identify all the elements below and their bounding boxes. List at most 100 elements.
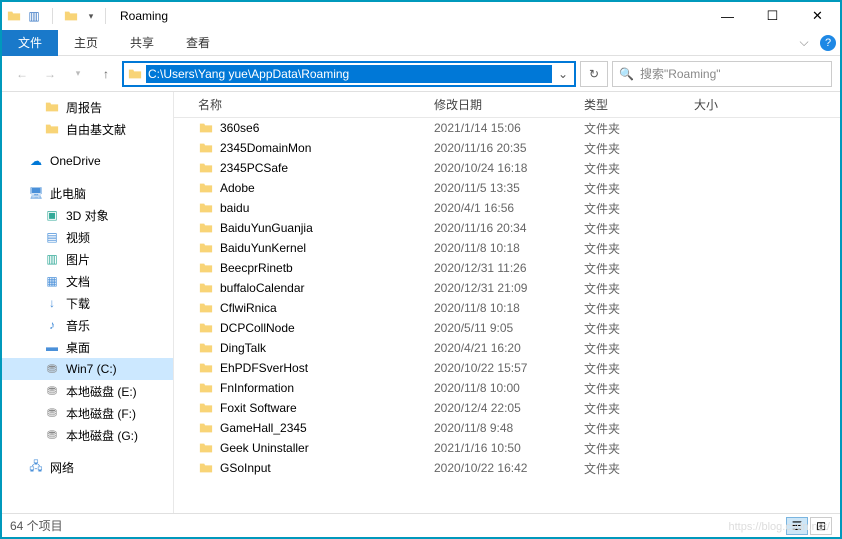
file-row[interactable]: DingTalk2020/4/21 16:20文件夹	[174, 338, 840, 358]
address-dropdown-icon[interactable]: ⌄	[552, 67, 574, 81]
col-size[interactable]: 大小	[694, 96, 840, 113]
minimize-button[interactable]: —	[705, 2, 750, 30]
tree-pc-item[interactable]: ⛃本地磁盘 (F:)	[2, 402, 173, 424]
tree-pc-item[interactable]: ↓下载	[2, 292, 173, 314]
pc-icon: 🖥	[28, 185, 44, 201]
col-date[interactable]: 修改日期	[434, 96, 584, 113]
tree-quick-item[interactable]: 自由基文献	[2, 118, 173, 140]
downloads-icon: ↓	[44, 295, 60, 311]
file-row[interactable]: FnInformation2020/11/8 10:00文件夹	[174, 378, 840, 398]
ribbon-chevron-icon[interactable]: ⌵	[792, 35, 816, 50]
file-type: 文件夹	[584, 240, 694, 257]
properties-icon[interactable]: ▥	[26, 8, 42, 24]
tree-pc-item[interactable]: ⛃本地磁盘 (E:)	[2, 380, 173, 402]
file-row[interactable]: baidu2020/4/1 16:56文件夹	[174, 198, 840, 218]
tree-pc-item[interactable]: ▤视频	[2, 226, 173, 248]
tree-thispc[interactable]: 🖥 此电脑	[2, 182, 173, 204]
file-row[interactable]: 360se6 2021/1/14 15:06文件夹	[174, 118, 840, 138]
tab-view[interactable]: 查看	[170, 30, 226, 56]
file-type: 文件夹	[584, 400, 694, 417]
file-row[interactable]: BeecprRinetb2020/12/31 11:26文件夹	[174, 258, 840, 278]
explorer-window: ▥ ▾ Roaming — ☐ ✕ 文件 主页 共享 查看 ⌵ ? ← → ▾ …	[0, 0, 842, 539]
tree-network[interactable]: 🖧网络	[2, 456, 173, 478]
search-box[interactable]: 🔍 搜索"Roaming"	[612, 61, 832, 87]
file-row[interactable]: BaiduYunKernel2020/11/8 10:18文件夹	[174, 238, 840, 258]
file-row[interactable]: CflwiRnica2020/11/8 10:18文件夹	[174, 298, 840, 318]
3d-icon: ▣	[44, 207, 60, 223]
tree-label: OneDrive	[50, 154, 101, 168]
tree-pc-item[interactable]: ⛃本地磁盘 (G:)	[2, 424, 173, 446]
file-name: 360se6	[220, 121, 259, 135]
file-type: 文件夹	[584, 160, 694, 177]
tree-label: 此电脑	[50, 185, 86, 202]
tree-pc-item[interactable]: ▥图片	[2, 248, 173, 270]
file-type: 文件夹	[584, 180, 694, 197]
up-button[interactable]: ↑	[94, 62, 118, 86]
file-row[interactable]: GameHall_23452020/11/8 9:48文件夹	[174, 418, 840, 438]
file-row[interactable]: EhPDFSverHost2020/10/22 15:57文件夹	[174, 358, 840, 378]
folder-icon	[198, 140, 214, 156]
file-rows: 360se62021/1/14 15:06文件夹2345DomainMon202…	[174, 118, 840, 513]
tree-pc-item[interactable]: ▬桌面	[2, 336, 173, 358]
tree-label: 自由基文献	[66, 121, 126, 138]
file-row[interactable]: BaiduYunGuanjia2020/11/16 20:34文件夹	[174, 218, 840, 238]
col-name[interactable]: 名称	[174, 96, 434, 113]
tree-quick-item[interactable]: 周报告	[2, 96, 173, 118]
folder-icon	[198, 340, 214, 356]
status-text: 64 个项目	[10, 517, 63, 534]
refresh-button[interactable]: ↻	[580, 61, 608, 87]
file-date: 2020/10/22 15:57	[434, 361, 584, 375]
file-type: 文件夹	[584, 140, 694, 157]
file-row[interactable]: 2345DomainMon2020/11/16 20:35文件夹	[174, 138, 840, 158]
file-row[interactable]: GSoInput2020/10/22 16:42文件夹	[174, 458, 840, 478]
tree-pc-item[interactable]: ▣3D 对象	[2, 204, 173, 226]
open-folder-icon	[63, 8, 79, 24]
address-bar[interactable]: C:\Users\Yang yue\AppData\Roaming ⌄	[122, 61, 576, 87]
file-type: 文件夹	[584, 120, 694, 137]
file-row[interactable]: 2345PCSafe2020/10/24 16:18文件夹	[174, 158, 840, 178]
close-button[interactable]: ✕	[795, 2, 840, 30]
tab-share[interactable]: 共享	[114, 30, 170, 56]
file-row[interactable]: buffaloCalendar2020/12/31 21:09文件夹	[174, 278, 840, 298]
tab-file[interactable]: 文件	[2, 30, 58, 56]
file-name: EhPDFSverHost	[220, 361, 308, 375]
back-button[interactable]: ←	[10, 62, 34, 86]
file-row[interactable]: DCPCollNode2020/5/11 9:05文件夹	[174, 318, 840, 338]
tree-onedrive[interactable]: ☁OneDrive	[2, 150, 173, 172]
history-dropdown[interactable]: ▾	[66, 62, 90, 86]
file-date: 2020/11/8 10:18	[434, 301, 584, 315]
file-type: 文件夹	[584, 220, 694, 237]
file-name: 2345DomainMon	[220, 141, 311, 155]
folder-icon	[44, 121, 60, 137]
forward-button[interactable]: →	[38, 62, 62, 86]
address-path[interactable]: C:\Users\Yang yue\AppData\Roaming	[146, 65, 552, 83]
maximize-button[interactable]: ☐	[750, 2, 795, 30]
nav-tree[interactable]: 周报告自由基文献 ☁OneDrive 🖥 此电脑 ▣3D 对象▤视频▥图片▦文档↓下载♪…	[2, 92, 174, 513]
tree-pc-item[interactable]: ▦文档	[2, 270, 173, 292]
nav-toolbar: ← → ▾ ↑ C:\Users\Yang yue\AppData\Roamin…	[2, 56, 840, 92]
file-date: 2021/1/14 15:06	[434, 121, 584, 135]
tree-pc-item[interactable]: ⛃Win7 (C:)	[2, 358, 173, 380]
tree-pc-item[interactable]: ♪音乐	[2, 314, 173, 336]
help-button[interactable]: ?	[816, 31, 840, 55]
qat-dropdown-icon[interactable]: ▾	[83, 8, 99, 24]
folder-icon	[198, 440, 214, 456]
quick-access-toolbar: ▥ ▾	[6, 8, 99, 24]
tab-home[interactable]: 主页	[58, 30, 114, 56]
folder-icon	[124, 67, 146, 81]
col-type[interactable]: 类型	[584, 96, 694, 113]
view-icons-button[interactable]: ⊞	[810, 517, 832, 535]
file-name: BaiduYunKernel	[220, 241, 306, 255]
folder-icon	[44, 99, 60, 115]
file-name: Geek Uninstaller	[220, 441, 309, 455]
window-title: Roaming	[120, 9, 168, 23]
file-row[interactable]: Adobe2020/11/5 13:35文件夹	[174, 178, 840, 198]
drive-icon: ⛃	[44, 361, 60, 377]
tree-label: 图片	[66, 251, 90, 268]
file-row[interactable]: Geek Uninstaller2021/1/16 10:50文件夹	[174, 438, 840, 458]
file-name: GameHall_2345	[220, 421, 307, 435]
file-row[interactable]: Foxit Software2020/12/4 22:05文件夹	[174, 398, 840, 418]
file-date: 2020/11/5 13:35	[434, 181, 584, 195]
folder-icon	[6, 8, 22, 24]
view-details-button[interactable]: ☰	[786, 517, 808, 535]
